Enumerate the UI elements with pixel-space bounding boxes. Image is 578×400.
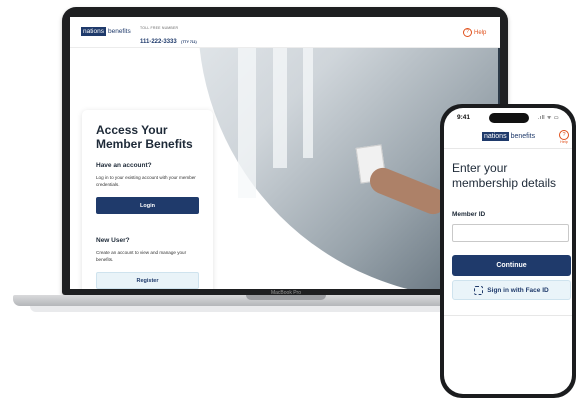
logo-word: benefits: [510, 133, 536, 140]
member-id-label: Member ID: [452, 211, 486, 218]
photo-window: [303, 48, 313, 158]
photo-window: [273, 48, 287, 168]
help-icon: ?: [463, 28, 472, 37]
new-user-text: Create an account to view and manage you…: [96, 250, 187, 262]
tty-label: (TTY 711): [181, 40, 197, 44]
help-link[interactable]: ? Help: [463, 28, 486, 37]
photo-arm: [366, 163, 450, 219]
member-id-input[interactable]: [452, 224, 569, 242]
phone-screen: 9:41 .ıll ᯤ ▭ nations benefits ? Help En…: [444, 108, 572, 394]
have-account-heading: Have an account?: [96, 162, 152, 169]
face-id-label: Sign in with Face ID: [487, 286, 549, 294]
new-user-heading: New User?: [96, 237, 130, 244]
toll-free-line: 111-222-3333 (TTY 711): [140, 30, 197, 48]
nations-benefits-logo[interactable]: nations benefits: [482, 132, 535, 141]
help-icon: ?: [559, 130, 569, 140]
logo-word: benefits: [107, 28, 131, 35]
page-title: Enter your membership details: [452, 161, 557, 190]
laptop-brand-label: MacBook Pro: [270, 290, 301, 296]
access-benefits-card: Access Your Member Benefits Have an acco…: [82, 110, 213, 289]
logo-mark: nations: [482, 132, 509, 141]
help-label: Help: [560, 140, 568, 144]
logo-mark: nations: [81, 27, 106, 36]
toll-free-block: TOLL FREE NUMBER 111-222-3333 (TTY 711): [140, 26, 197, 48]
login-button[interactable]: Login: [96, 197, 199, 214]
status-time: 9:41: [457, 114, 471, 121]
section-divider: [444, 315, 572, 316]
continue-button[interactable]: Continue: [452, 255, 571, 276]
photo-window: [238, 48, 256, 198]
laptop-screen: nations benefits TOLL FREE NUMBER 111-22…: [70, 17, 500, 289]
have-account-text: Log in to your existing account with you…: [96, 175, 196, 187]
dynamic-island: [489, 113, 529, 123]
header-divider: [444, 148, 572, 149]
help-label: Help: [474, 29, 487, 36]
hero-section: Access Your Member Benefits Have an acco…: [70, 48, 500, 289]
face-id-icon: [474, 285, 484, 295]
face-id-button[interactable]: Sign in with Face ID: [452, 280, 571, 300]
status-icons: .ıll ᯤ ▭: [538, 115, 560, 121]
toll-free-number[interactable]: 111-222-3333: [140, 39, 177, 45]
site-header: nations benefits TOLL FREE NUMBER 111-22…: [70, 17, 500, 48]
nations-benefits-logo[interactable]: nations benefits: [81, 27, 131, 36]
card-title: Access Your Member Benefits: [96, 123, 193, 151]
help-link[interactable]: ? Help: [557, 130, 571, 144]
register-button[interactable]: Register: [96, 272, 199, 289]
